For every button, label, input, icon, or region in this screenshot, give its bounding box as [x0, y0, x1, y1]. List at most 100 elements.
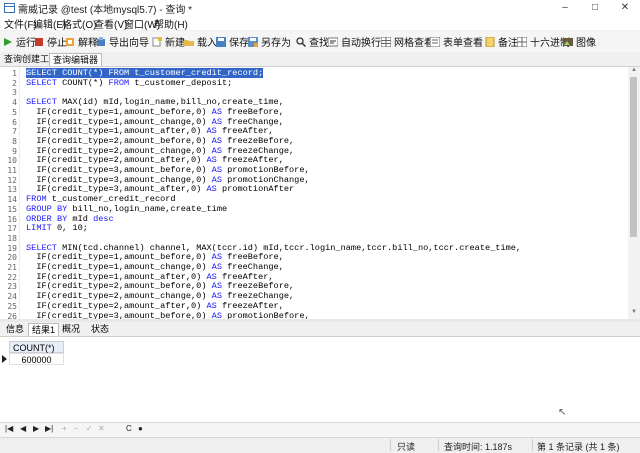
- image-icon: [563, 37, 573, 46]
- code-line: IF(credit_type=1,amount_before,0) AS fre…: [26, 252, 284, 263]
- save-icon: [216, 36, 226, 47]
- code-line: FROM t_customer_credit_record: [26, 194, 176, 205]
- code-line: IF(credit_type=2,amount_before,0) AS fre…: [26, 281, 295, 292]
- line-number: 14: [7, 195, 17, 205]
- table-cell-count[interactable]: 600000: [9, 353, 64, 365]
- line-number: 21: [7, 263, 17, 272]
- line-number: 6: [12, 117, 17, 127]
- menu-file[interactable]: 文件(F): [4, 16, 37, 31]
- stop-refresh-button[interactable]: ●: [138, 424, 143, 433]
- menu-view[interactable]: 查看(V): [94, 16, 127, 31]
- tab-profile[interactable]: 概况: [59, 323, 83, 335]
- code-line: ORDER BY mId desc: [26, 213, 114, 224]
- grid-view-label: 网格查看: [394, 38, 434, 49]
- image-label: 图像: [576, 38, 596, 49]
- sql-editor[interactable]: 1 2 3 4 5 6 7 8 9 10 11 12 13 14 15 16 17 18 19 20 21 22 23 24 2…: [0, 67, 628, 319]
- scrollbar-thumb[interactable]: [630, 77, 637, 237]
- line-number: 13: [7, 185, 17, 195]
- grid-view-button[interactable]: 网格查看: [381, 35, 434, 49]
- code-line: GROUP BY bill_no,login_name,create_time: [26, 203, 228, 214]
- note-icon: [485, 36, 495, 47]
- toolbar: 运行 停止 解释 导出向导 新建 载入 保存 另存为 查找 自动换行 网格查看: [0, 31, 640, 53]
- play-icon: [4, 37, 12, 46]
- current-row-indicator-icon: [2, 355, 7, 363]
- code-line: SELECT COUNT(*) FROM t_customer_deposit;: [26, 77, 233, 88]
- code-line: SELECT MIN(tcd.channel) channel, MAX(tcc…: [26, 242, 522, 253]
- apply-changes-button[interactable]: ✓: [86, 424, 93, 433]
- status-divider: [532, 439, 533, 451]
- line-number: 23: [7, 282, 17, 292]
- form-view-button[interactable]: 表单查看: [430, 35, 483, 49]
- menu-help[interactable]: 帮助(H): [154, 16, 188, 31]
- line-number-gutter: 1 2 3 4 5 6 7 8 9 10 11 12 13 14 15 16 17 18 19 20 21 22 23 24 2…: [0, 67, 20, 319]
- editor-vertical-scrollbar[interactable]: ▲ ▼: [628, 67, 640, 319]
- title-bar: 需威记录 @test (本地mysql5.7) - 查询 * – □ ✕: [0, 0, 640, 16]
- stop-label: 停止: [47, 38, 67, 49]
- result-tab-bar: 信息 结果1 概况 状态: [0, 322, 640, 337]
- explain-label: 解释: [78, 38, 98, 49]
- scroll-up-icon[interactable]: ▲: [630, 67, 638, 73]
- query-time-status: 查询时间: 1.187s: [444, 442, 513, 452]
- line-number: 19: [7, 243, 17, 253]
- stop-button[interactable]: 停止: [34, 35, 67, 49]
- find-button[interactable]: 查找: [296, 35, 329, 49]
- record-count-status: 第 1 条记录 (共 1 条): [537, 442, 620, 452]
- line-number: 15: [7, 204, 17, 214]
- code-line: SELECT MAX(id) mId,login_name,bill_no,cr…: [26, 97, 284, 108]
- export-label: 导出向导: [109, 38, 149, 49]
- scroll-down-icon[interactable]: ▼: [630, 309, 638, 315]
- line-number: 22: [7, 272, 17, 282]
- line-number: 10: [7, 156, 17, 166]
- explain-button[interactable]: 解释: [65, 35, 98, 49]
- save-button[interactable]: 保存: [216, 35, 249, 49]
- image-button[interactable]: 图像: [563, 35, 596, 49]
- tab-status[interactable]: 状态: [88, 323, 112, 335]
- line-number: 16: [7, 214, 17, 224]
- first-record-button[interactable]: |◀: [5, 424, 13, 433]
- folder-icon: [184, 39, 194, 46]
- code-line: IF(credit_type=1,amount_change,0) AS fre…: [26, 262, 284, 272]
- line-number: 4: [12, 98, 17, 108]
- note-label: 备注: [498, 38, 518, 49]
- discard-changes-button[interactable]: ✕: [98, 424, 105, 433]
- form-view-label: 表单查看: [443, 38, 483, 49]
- column-header-count[interactable]: COUNT(*): [9, 341, 64, 353]
- line-number: 9: [12, 146, 17, 156]
- prev-record-button[interactable]: ◀: [20, 424, 26, 433]
- save-as-label: 另存为: [261, 38, 291, 49]
- tab-result-1[interactable]: 结果1: [28, 323, 60, 336]
- grid-icon: [381, 36, 391, 47]
- delete-record-button[interactable]: −: [74, 424, 79, 433]
- explain-icon: [66, 37, 74, 46]
- code-line: IF(credit_type=1,amount_change,0) AS fre…: [26, 116, 284, 127]
- tab-query-editor[interactable]: 查询编辑器: [49, 53, 103, 66]
- export-icon: [97, 36, 105, 46]
- refresh-button[interactable]: C: [126, 424, 132, 433]
- next-record-button[interactable]: ▶: [33, 424, 39, 433]
- save-as-button[interactable]: 另存为: [248, 35, 291, 49]
- menu-format[interactable]: 格式(O): [62, 16, 96, 31]
- result-grid: COUNT(*) 600000: [0, 337, 640, 422]
- maximize-button[interactable]: □: [580, 0, 610, 15]
- line-number: 17: [7, 224, 17, 234]
- minimize-button[interactable]: –: [550, 0, 580, 15]
- new-button[interactable]: 新建: [152, 35, 185, 49]
- read-only-status: 只读: [397, 442, 416, 452]
- add-record-button[interactable]: +: [62, 424, 67, 433]
- run-button[interactable]: 运行: [3, 35, 36, 49]
- close-button[interactable]: ✕: [610, 0, 640, 15]
- load-button[interactable]: 载入: [184, 35, 217, 49]
- code-line: IF(credit_type=1,amount_after,0) AS free…: [26, 271, 274, 282]
- code-line: IF(credit_type=3,amount_before,0) AS pro…: [26, 165, 310, 175]
- code-line: IF(credit_type=2,amount_change,0) AS fre…: [26, 145, 295, 156]
- code-line: SELECT COUNT(*) FROM t_customer_credit_r…: [26, 68, 264, 78]
- line-number: 20: [7, 253, 17, 263]
- line-number: 11: [7, 166, 17, 175]
- line-number: 5: [12, 107, 17, 117]
- editor-tab-bar: 查询创建工具 查询编辑器: [0, 52, 640, 67]
- word-wrap-button[interactable]: 自动换行: [328, 35, 381, 49]
- export-wizard-button[interactable]: 导出向导: [96, 35, 149, 49]
- note-button[interactable]: 备注: [485, 35, 518, 49]
- last-record-button[interactable]: ▶|: [45, 424, 53, 433]
- tab-info[interactable]: 信息: [3, 323, 27, 335]
